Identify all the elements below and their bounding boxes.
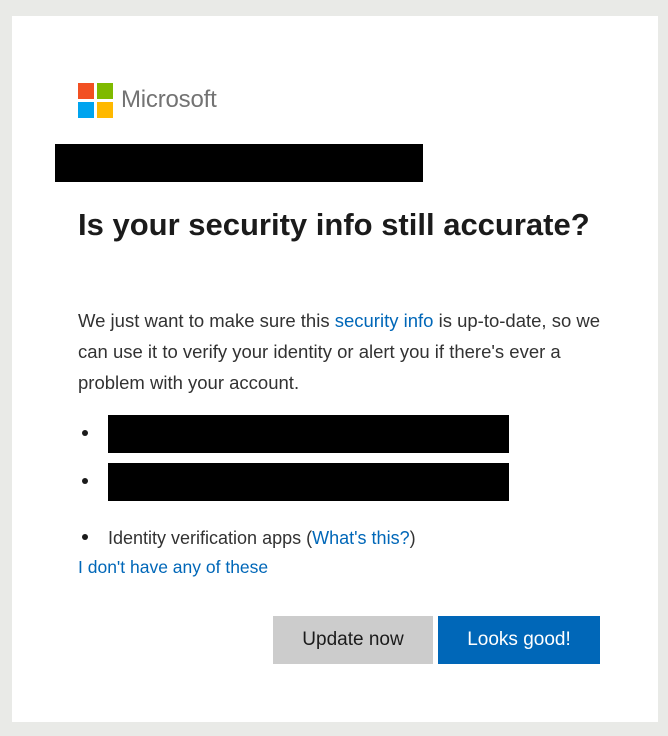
verification-apps-label: Identity verification apps	[108, 527, 302, 548]
whats-this-link[interactable]: What's this?	[312, 528, 409, 549]
microsoft-header: Microsoft	[78, 80, 217, 120]
description-text: We just want to make sure this security …	[78, 305, 608, 398]
redacted-account-identity	[55, 144, 423, 182]
update-now-button[interactable]: Update now	[273, 616, 433, 664]
microsoft-logo-icon	[78, 82, 113, 118]
list-item	[78, 410, 538, 458]
security-methods-list: Identity verification apps (What's this?…	[78, 410, 538, 554]
redacted-method	[108, 415, 509, 453]
paren-close: )	[409, 527, 416, 548]
description-before: We just want to make sure this	[78, 310, 335, 331]
paren-open: (	[301, 527, 313, 548]
redacted-method	[108, 463, 509, 501]
list-item: Identity verification apps (What's this?…	[78, 514, 538, 562]
page-title: Is your security info still accurate?	[78, 207, 590, 242]
brand-name: Microsoft	[121, 86, 217, 113]
security-info-dialog: Microsoft Is your security info still ac…	[12, 16, 658, 722]
looks-good-button[interactable]: Looks good!	[438, 616, 600, 664]
bullet-icon	[82, 430, 88, 436]
no-methods-link[interactable]: I don't have any of these	[78, 557, 268, 578]
bullet-icon	[82, 534, 88, 540]
security-info-link[interactable]: security info	[335, 310, 434, 331]
bullet-icon	[82, 478, 88, 484]
list-item	[78, 458, 538, 506]
